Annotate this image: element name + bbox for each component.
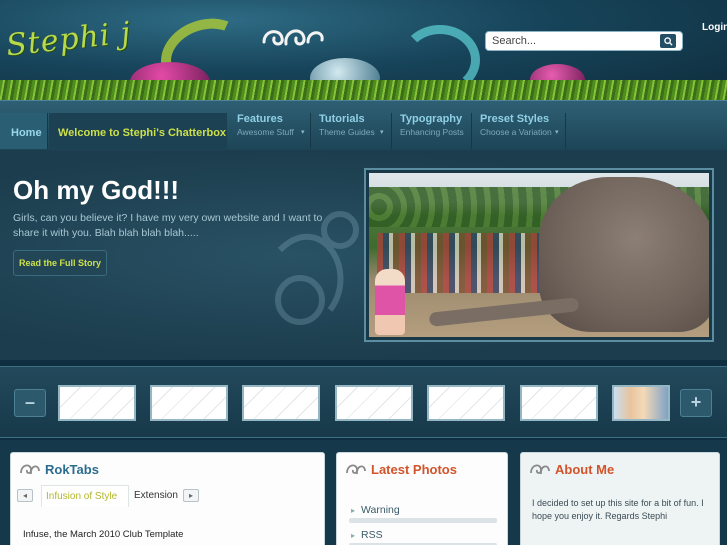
tab-infusion-of-style[interactable]: Infusion of Style — [41, 485, 129, 507]
latest-photos-module: Latest Photos Warning RSS — [336, 452, 508, 545]
module-title: About Me — [555, 462, 615, 477]
about-me-module: About Me I decided to set up this site f… — [520, 452, 720, 545]
module-title: Latest Photos — [371, 462, 457, 477]
nav-item-typography[interactable]: Typography Enhancing Posts — [400, 113, 464, 149]
main-nav: Home Welcome to Stephi's Chatterbox Feat… — [0, 100, 727, 150]
module-title: RokTabs — [45, 462, 99, 477]
nav-item-subtitle: Awesome Stuff — [237, 127, 294, 137]
thumbnail-carousel: – + — [0, 366, 727, 438]
login-link[interactable]: Login — [702, 22, 727, 33]
decorative-grass — [0, 80, 727, 100]
read-full-story-button[interactable]: Read the Full Story — [13, 250, 107, 276]
site-logo[interactable]: Stephi j — [5, 16, 133, 64]
cloud-swirl-icon — [530, 464, 550, 475]
nav-divider — [565, 113, 566, 149]
photo-link-warning[interactable]: Warning — [351, 504, 400, 516]
about-text: I decided to set up this site for a bit … — [532, 498, 704, 521]
nav-item-tutorials[interactable]: Tutorials Theme Guides — [319, 113, 375, 149]
nav-item-subtitle: Theme Guides — [319, 127, 375, 137]
nav-divider — [310, 113, 311, 149]
nav-item-subtitle: Enhancing Posts — [400, 127, 464, 137]
photo-link-rss[interactable]: RSS — [351, 529, 383, 541]
search-input[interactable] — [486, 35, 656, 47]
story-headline: Oh my God!!! — [13, 175, 180, 205]
nav-item-features[interactable]: Features Awesome Stuff — [237, 113, 294, 149]
carousel-prev-button[interactable]: – — [14, 389, 46, 417]
chevron-down-icon: ▾ — [555, 129, 559, 136]
story-intro: Girls, can you believe it? I have my ver… — [13, 212, 323, 239]
nav-item-home[interactable]: Home — [0, 113, 48, 149]
nav-item-subtitle: Choose a Variation — [480, 127, 552, 137]
nav-divider — [391, 113, 392, 149]
carousel-thumbnail[interactable] — [427, 385, 505, 421]
nav-item-title: Features — [237, 113, 283, 125]
cloud-swirl-icon — [262, 29, 324, 46]
nav-item-title: Typography — [400, 113, 463, 125]
divider — [349, 518, 497, 523]
tab-bar: ◂ Infusion of Style Extension ▸ — [11, 485, 324, 507]
carousel-thumbnail[interactable] — [242, 385, 320, 421]
search-box — [485, 31, 683, 51]
carousel-next-button[interactable]: + — [680, 389, 712, 417]
carousel-thumbnail[interactable] — [335, 385, 413, 421]
nav-item-welcome[interactable]: Welcome to Stephi's Chatterbox — [49, 113, 227, 149]
cloud-swirl-icon — [346, 464, 366, 475]
chevron-down-icon: ▾ — [380, 129, 384, 136]
chevron-down-icon: ▾ — [301, 129, 305, 136]
tab-extension[interactable]: Extension — [131, 485, 183, 507]
nav-item-label: Home — [11, 127, 42, 139]
nav-item-preset-styles[interactable]: Preset Styles Choose a Variation — [480, 113, 552, 149]
cloud-swirl-icon — [20, 464, 40, 475]
tab-content: Infuse, the March 2010 Club Template — [23, 529, 184, 540]
elephant-photo — [369, 173, 709, 337]
tab-prev-button[interactable]: ◂ — [17, 489, 33, 502]
header: Stephi j Login — [0, 0, 727, 100]
nav-item-title: Tutorials — [319, 113, 365, 125]
search-icon[interactable] — [660, 34, 676, 48]
carousel-thumbnail[interactable] — [520, 385, 598, 421]
carousel-thumbnail[interactable] — [58, 385, 136, 421]
tab-next-button[interactable]: ▸ — [183, 489, 199, 502]
roktabs-module: RokTabs ◂ Infusion of Style Extension ▸ … — [10, 452, 325, 545]
nav-divider — [471, 113, 472, 149]
nav-item-title: Preset Styles — [480, 113, 550, 125]
nav-item-label: Welcome to Stephi's Chatterbox — [58, 127, 227, 139]
showcase: Oh my God!!! Girls, can you believe it? … — [0, 150, 727, 360]
carousel-thumbnail[interactable] — [150, 385, 228, 421]
bottom-modules: RokTabs ◂ Infusion of Style Extension ▸ … — [0, 440, 727, 545]
story-photo[interactable] — [364, 168, 714, 342]
carousel-thumbnail-photo[interactable] — [612, 385, 670, 421]
